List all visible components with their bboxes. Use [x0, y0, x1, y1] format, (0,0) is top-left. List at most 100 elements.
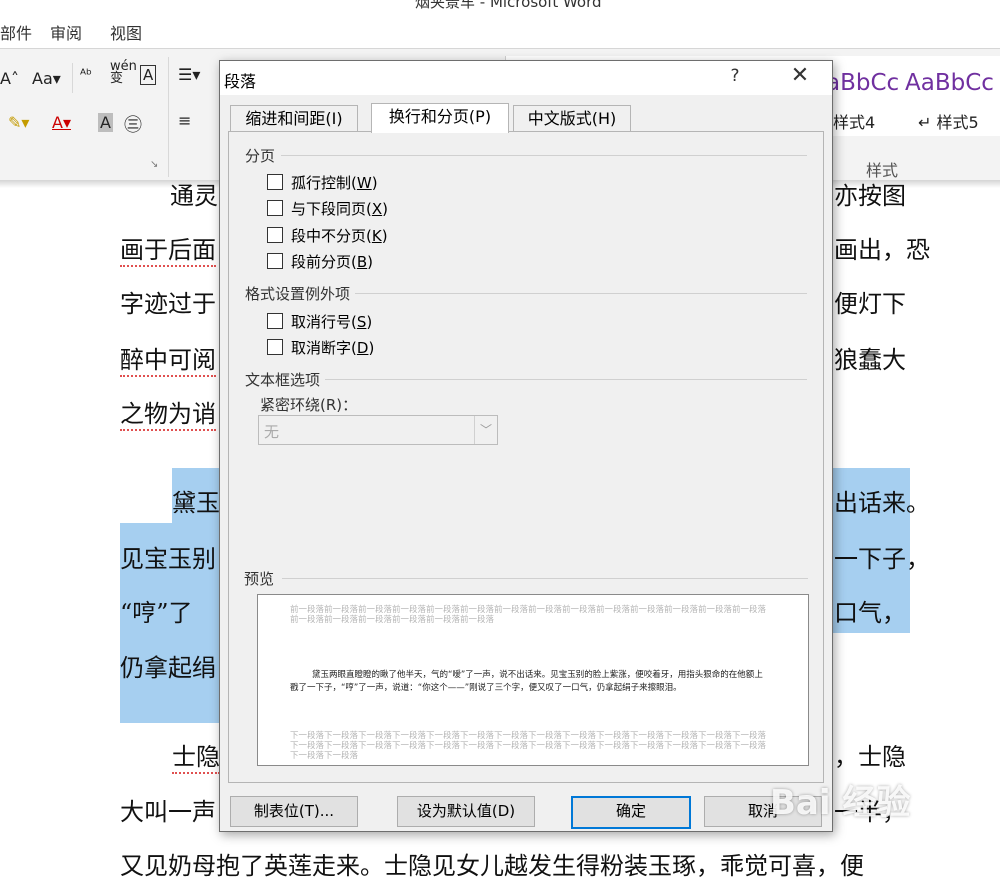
doc-text-line: 黛玉 [172, 489, 220, 517]
doc-text-line: “哼”了 [120, 599, 193, 627]
section-divider [325, 379, 807, 380]
menu-item-review[interactable]: 审阅 [50, 20, 82, 44]
paragraph-dialog: 段落 ? ✕ 缩进和间距(I) 换行和分页(P) 中文版式(H) 分页 孤行控制… [219, 60, 833, 832]
access-key: W [356, 173, 372, 192]
pinyin-label: wén [110, 59, 137, 74]
keep-lines-together-checkbox[interactable]: 段中不分页(K) [267, 226, 388, 245]
character-border-icon[interactable]: A [140, 65, 157, 85]
menu-item-view[interactable]: 视图 [110, 20, 142, 44]
style-name-4: 样式4 [833, 113, 876, 132]
option-text: 与下段同页 [291, 199, 367, 218]
doc-text-right: 狼蠢大 [834, 346, 906, 374]
change-case-button[interactable]: Aa▾ [32, 69, 61, 88]
font-dialog-launcher-icon[interactable]: ↘ [150, 159, 158, 170]
doc-text-line: 画于后面 [120, 230, 216, 267]
tight-wrap-value: 无 [264, 423, 280, 441]
style-name-5-text: 样式5 [936, 113, 979, 132]
tab-asian-typography[interactable]: 中文版式(H) [513, 105, 631, 132]
tight-wrap-label: 紧密环绕(R)： [260, 396, 358, 414]
style-sample-4[interactable]: aBbCc [826, 70, 899, 96]
suppress-line-numbers-label: 取消行号(S) [291, 312, 373, 331]
style-sample-5[interactable]: AaBbCc [905, 70, 994, 96]
close-button[interactable]: ✕ [786, 63, 814, 88]
preview-current-paragraph: 黛玉两眼直瞪瞪的瞅了他半天，气的“嗳”了一声，说不出话来。见宝玉别的脸上紫涨，便… [290, 670, 763, 693]
section-pagination: 分页 [245, 147, 276, 165]
widow-control-checkbox[interactable]: 孤行控制(W) [267, 173, 378, 192]
keep-lines-together-label: 段中不分页(K) [291, 226, 388, 245]
option-text: 孤行控制 [291, 173, 352, 192]
menu-item-addins[interactable]: 部件 [0, 20, 32, 44]
dialog-title: 段落 [224, 72, 257, 91]
checkbox-box[interactable] [267, 174, 283, 190]
section-exceptions: 格式设置例外项 [245, 285, 351, 303]
doc-text-line: 大叫一声 [120, 798, 216, 826]
checkbox-box[interactable] [267, 253, 283, 269]
dialog-title-bar: 段落 ? ✕ [220, 61, 832, 95]
doc-text-line: 通灵 [170, 182, 218, 210]
option-text: 段中不分页 [291, 226, 367, 245]
option-text: 段前分页 [291, 252, 352, 271]
bullet-list-icon[interactable]: ☰▾ [178, 65, 200, 84]
preview-box: 前一段落前一段落前一段落前一段落前一段落前一段落前一段落前一段落前一段落前一段落… [257, 594, 809, 766]
doc-text-right: 出话来。 [834, 489, 930, 517]
help-button[interactable]: ? [725, 66, 745, 86]
suppress-line-numbers-checkbox[interactable]: 取消行号(S) [267, 312, 373, 331]
doc-text-right: 一下子， [834, 545, 930, 573]
enclose-character-icon[interactable]: ㊂ [124, 111, 142, 137]
set-as-default-button[interactable]: 设为默认值(D) [397, 796, 535, 827]
phonetic-guide-icon[interactable]: ᴬᵇ [80, 67, 92, 83]
window-title-bar: 烟夹景车 - Microsoft Word [0, 0, 1000, 12]
menu-bar: 部件 审阅 视图 [0, 12, 1000, 48]
page-break-before-checkbox[interactable]: 段前分页(B) [267, 252, 374, 271]
checkbox-box[interactable] [267, 313, 283, 329]
tight-wrap-select[interactable]: 无 ﹀ [258, 415, 498, 445]
section-textbox-options: 文本框选项 [245, 371, 321, 389]
option-text: 取消行号 [291, 312, 352, 331]
section-divider [282, 578, 808, 579]
access-key: S [356, 312, 367, 331]
access-key: B [356, 252, 368, 271]
pinyin-guide-button[interactable]: wén 变 [110, 59, 137, 85]
tab-indents-spacing[interactable]: 缩进和间距(I) [230, 105, 358, 132]
checkbox-box[interactable] [267, 200, 283, 216]
no-hyphenation-checkbox[interactable]: 取消断字(D) [267, 338, 375, 357]
font-color-icon[interactable]: A▾ [52, 113, 71, 132]
grow-font-icon[interactable]: A˄ [0, 69, 19, 88]
window-title: 烟夹景车 - Microsoft Word [415, 0, 602, 11]
access-key: D [356, 338, 369, 357]
character-shading-icon[interactable]: A [98, 113, 113, 132]
keep-with-next-checkbox[interactable]: 与下段同页(X) [267, 199, 389, 218]
page-break-before-label: 段前分页(B) [291, 252, 374, 271]
section-divider [355, 293, 807, 294]
doc-text-right: ，士隐 [834, 743, 906, 771]
align-left-icon[interactable]: ≡ [178, 111, 191, 130]
doc-text-line-bottom: 又见奶母抱了英莲走来。士隐见女儿越发生得粉装玉琢，乖觉可喜，便 [120, 852, 864, 880]
baidu-watermark-logo: Bai 经验 [770, 783, 911, 823]
no-hyphenation-label: 取消断字(D) [291, 338, 375, 357]
tab-line-page-breaks[interactable]: 换行和分页(P) [371, 103, 509, 133]
doc-text-line: 之物为诮 [120, 394, 216, 431]
doc-text-line: 士隐 [172, 737, 220, 774]
doc-text-right: 画出，恐 [834, 236, 930, 264]
preview-next-paragraph: 下一段落下一段落下一段落下一段落下一段落下一段落下一段落下一段落下一段落下一段落… [290, 731, 767, 761]
section-preview: 预览 [244, 570, 275, 588]
checkbox-box[interactable] [267, 227, 283, 243]
option-text: 取消断字 [291, 338, 352, 357]
highlight-color-icon[interactable]: ✎▾ [8, 113, 29, 132]
ok-button[interactable]: 确定 [571, 796, 691, 829]
doc-text-right: 便灯下 [834, 290, 906, 318]
ribbon-divider [72, 63, 73, 93]
doc-text-right: 亦按图 [834, 182, 906, 210]
doc-text-line: 仍拿起绢 [120, 654, 216, 682]
doc-text-line: 字迹过于 [120, 290, 216, 318]
doc-text-line: 醉中可阅 [120, 340, 216, 377]
access-key: X [371, 199, 383, 218]
doc-text-right: 口气， [834, 599, 906, 627]
checkbox-box[interactable] [267, 339, 283, 355]
section-divider [281, 155, 807, 156]
keep-with-next-label: 与下段同页(X) [291, 199, 389, 218]
access-key: K [371, 226, 382, 245]
tabs-button[interactable]: 制表位(T)... [230, 796, 358, 827]
change-case-label: Aa [32, 69, 53, 88]
chevron-down-icon[interactable]: ﹀ [474, 416, 497, 444]
